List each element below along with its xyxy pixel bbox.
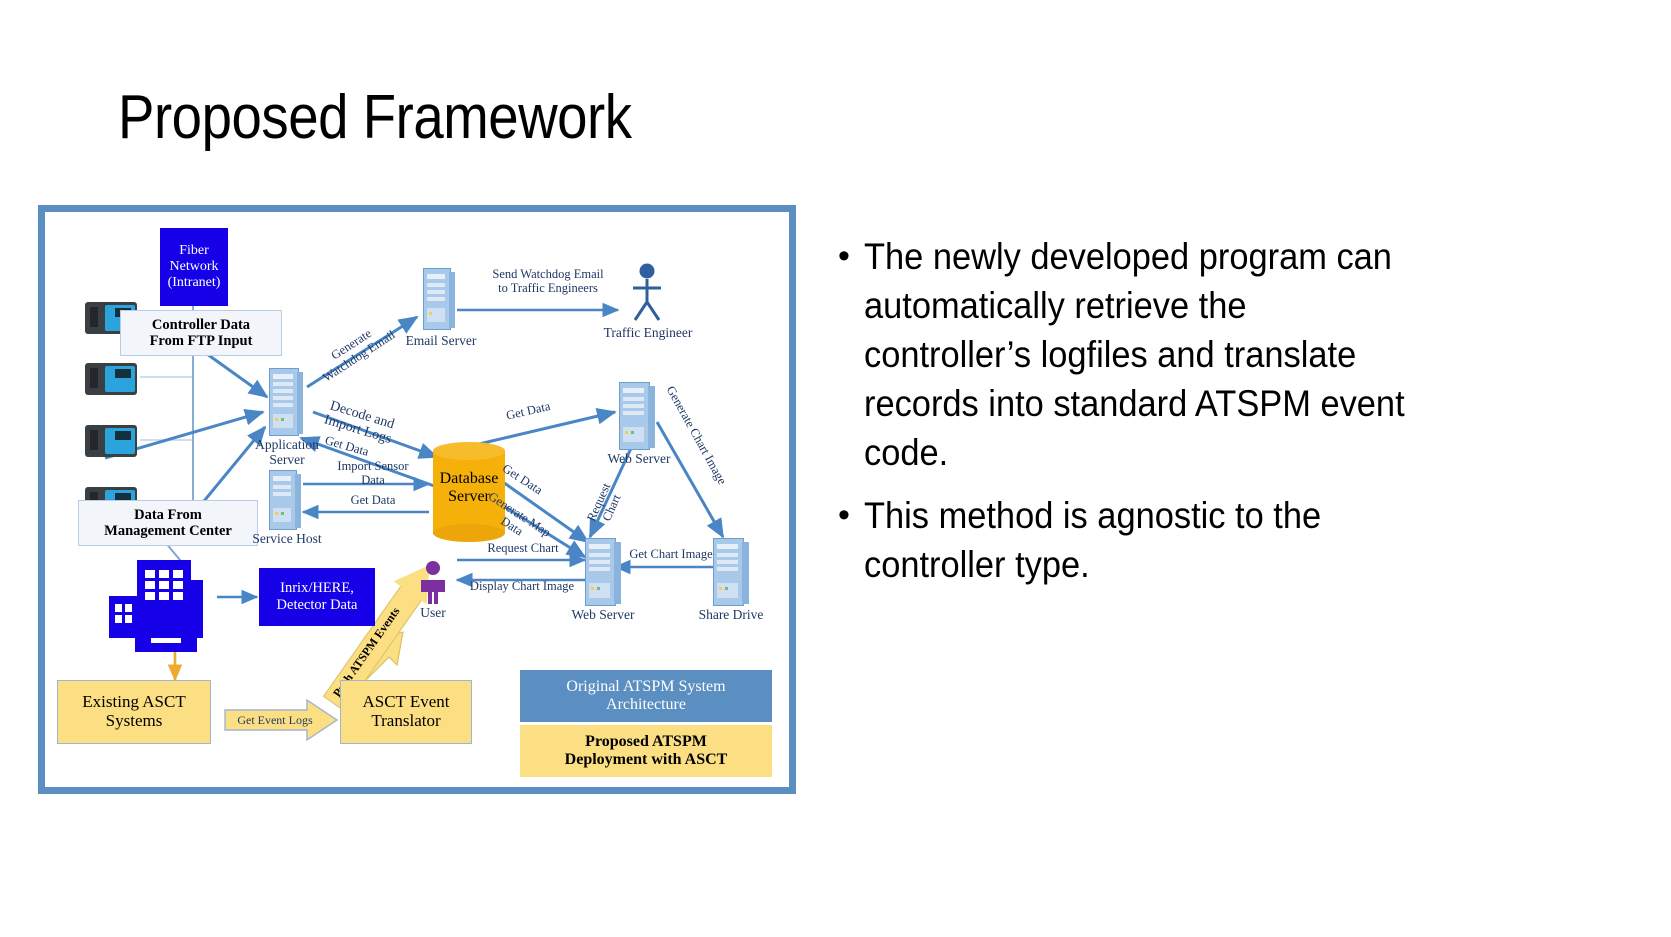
bullet-list: • The newly developed program can automa… [838, 232, 1453, 603]
inrix-here-detector-data-box: Inrix/HERE, Detector Data [259, 568, 375, 626]
import-sensor-line-2: Data [361, 472, 385, 487]
application-server-label-line-1: Application [255, 437, 319, 452]
traffic-engineer-icon [627, 262, 667, 324]
arrow-label-request-chart: Request Chart [487, 541, 559, 555]
asct-translator-line-2: Translator [371, 711, 441, 730]
legend-proposed-line-1: Proposed ATSPM [585, 733, 707, 751]
controller-data-line-2: From FTP Input [149, 333, 253, 349]
user-label: User [420, 605, 446, 620]
architecture-diagram: Push ATSPM Events Fiber Network (Intrane… [38, 205, 796, 794]
arrow-label-send-watchdog-email: Send Watchdog Email to Traffic Engineers [463, 267, 633, 295]
inrix-line-1: Inrix/HERE, [280, 580, 354, 597]
import-sensor-line-1: Import Sensor [337, 459, 409, 473]
bullet-text: The newly developed program can automati… [864, 236, 1405, 473]
bullet-marker-icon: • [838, 496, 850, 534]
send-watchdog-line-2: to Traffic Engineers [498, 280, 598, 295]
mgmt-center-line-2: Management Center [104, 523, 232, 539]
bullet-text: This method is agnostic to the controlle… [864, 495, 1322, 585]
mgmt-center-line-1: Data From [134, 506, 202, 523]
service-host-icon [269, 470, 301, 530]
existing-asct-line-2: Systems [105, 711, 163, 730]
application-server-icon [269, 368, 303, 436]
legend-proposed-line-2: Deployment with ASCT [564, 751, 728, 768]
arrow-label-display-chart-image: Display Chart Image [469, 579, 575, 593]
diagram-canvas: Push ATSPM Events Fiber Network (Intrane… [45, 212, 789, 787]
user-icon [417, 560, 449, 606]
existing-asct-systems-box: Existing ASCT Systems [57, 680, 211, 744]
fiber-network-line-3: (Intranet) [167, 274, 221, 290]
arrow-label-get-event-logs: Get Event Logs [237, 713, 313, 727]
send-watchdog-line-1: Send Watchdog Email [492, 267, 604, 281]
asct-translator-line-1: ASCT Event [362, 692, 450, 712]
legend-original-architecture: Original ATSPM System Architecture [520, 670, 772, 722]
arrow-label-get-chart-image: Get Chart Image [629, 547, 713, 561]
service-host-label: Service Host [252, 531, 322, 546]
email-server-label: Email Server [405, 333, 477, 348]
controller-data-box: Controller Data From FTP Input [120, 310, 282, 356]
database-server-label-line-1: Database [439, 470, 499, 487]
web-server-bottom-icon [585, 538, 621, 606]
legend-proposed-deployment: Proposed ATSPM Deployment with ASCT [520, 725, 772, 777]
management-center-box: Data From Management Center [78, 500, 258, 546]
fiber-network-line-2: Network [169, 259, 219, 275]
web-server-top-icon [619, 382, 655, 450]
inrix-line-2: Detector Data [276, 597, 358, 613]
email-server-icon [423, 268, 455, 330]
list-item: • This method is agnostic to the control… [838, 491, 1453, 589]
web-server-top-label: Web Server [607, 451, 671, 466]
traffic-controller-icon [85, 357, 141, 397]
asct-event-translator-box: ASCT Event Translator [340, 680, 472, 744]
legend-original-line-2: Architecture [606, 696, 686, 713]
existing-asct-line-1: Existing ASCT [82, 692, 186, 712]
legend-original-line-1: Original ATSPM System [566, 678, 726, 696]
management-building-icon [107, 560, 219, 656]
bullet-marker-icon: • [838, 237, 850, 275]
page-title: Proposed Framework [118, 83, 632, 152]
arrow-label-get-data-service-host: Get Data [350, 493, 396, 507]
share-drive-label: Share Drive [698, 607, 764, 622]
web-server-bottom-label: Web Server [571, 607, 635, 622]
fiber-network-line-1: Fiber [179, 243, 209, 259]
arrow-label-import-sensor-data: Import Sensor Data [313, 459, 433, 487]
fiber-network-box: Fiber Network (Intranet) [160, 228, 228, 306]
controller-data-line-1: Controller Data [151, 316, 251, 333]
list-item: • The newly developed program can automa… [838, 232, 1453, 477]
traffic-controller-icon [85, 419, 141, 459]
traffic-engineer-label: Traffic Engineer [603, 325, 693, 340]
